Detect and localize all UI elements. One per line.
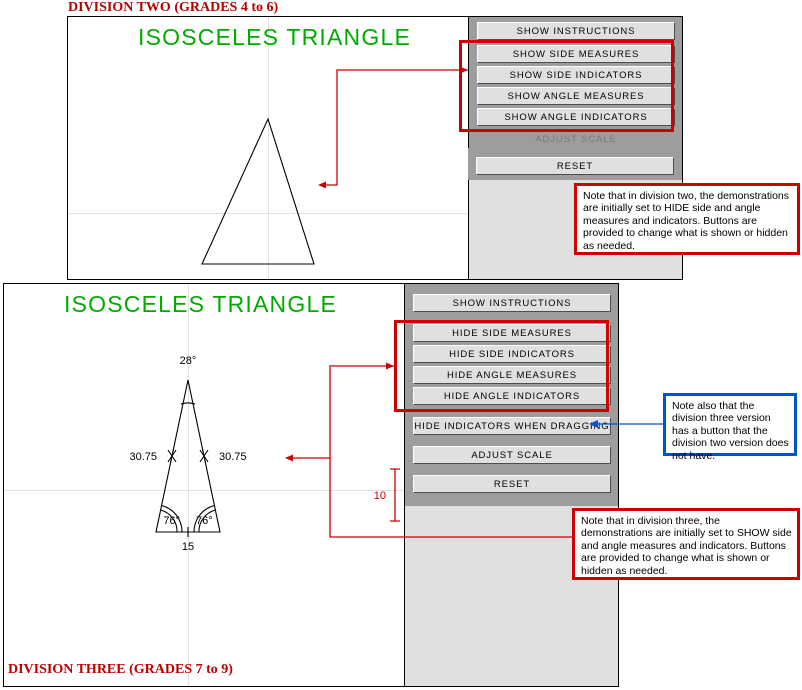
button-show-instructions[interactable]: SHOW INSTRUCTIONS bbox=[477, 22, 675, 40]
division-two-label: DIVISION TWO (GRADES 4 to 6) bbox=[68, 0, 279, 15]
triangle-right-side-label: 30.75 bbox=[219, 451, 247, 463]
division-two-canvas[interactable]: ISOSCELES TRIANGLE bbox=[68, 17, 468, 279]
button-reset-division-two-face[interactable]: RESET bbox=[476, 157, 674, 175]
division-three-window: ISOSCELES TRIANGLE 28° 30.75 30.75 76° 7… bbox=[3, 283, 619, 687]
callout-blue-note: Note also that the division three versio… bbox=[663, 393, 797, 462]
button-hide-side-measures[interactable]: HIDE SIDE MEASURES bbox=[413, 324, 611, 342]
canvas-gridline-vertical bbox=[188, 284, 189, 686]
button-show-angle-measures[interactable]: SHOW ANGLE MEASURES bbox=[477, 87, 675, 105]
callout-division-three: Note that in division three, the demonst… bbox=[572, 508, 800, 580]
button-show-instructions[interactable]: SHOW INSTRUCTIONS bbox=[413, 294, 611, 312]
button-hide-angle-measures[interactable]: HIDE ANGLE MEASURES bbox=[413, 366, 611, 384]
triangle-left-side-label: 30.75 bbox=[129, 451, 157, 463]
callout-division-two-text: Note that in division two, the demonstra… bbox=[583, 190, 790, 252]
button-show-side-indicators[interactable]: SHOW SIDE INDICATORS bbox=[477, 66, 675, 84]
canvas-gridline-horizontal bbox=[68, 213, 468, 214]
button-show-angle-indicators[interactable]: SHOW ANGLE INDICATORS bbox=[477, 108, 675, 126]
division-two-canvas-title: ISOSCELES TRIANGLE bbox=[138, 24, 411, 50]
division-three-label: DIVISION THREE (GRADES 7 to 9) bbox=[8, 662, 233, 677]
button-show-side-measures[interactable]: SHOW SIDE MEASURES bbox=[477, 45, 675, 63]
callout-division-two: Note that in division two, the demonstra… bbox=[574, 183, 800, 255]
canvas-gridline-vertical bbox=[268, 17, 269, 279]
triangle-right-base-angle-label: 76° bbox=[196, 515, 213, 527]
division-three-canvas[interactable]: ISOSCELES TRIANGLE 28° 30.75 30.75 76° 7… bbox=[4, 284, 404, 686]
button-hide-angle-indicators[interactable]: HIDE ANGLE INDICATORS bbox=[413, 387, 611, 405]
button-adjust-scale[interactable]: ADJUST SCALE bbox=[413, 446, 611, 464]
button-reset-division-three[interactable]: RESET bbox=[413, 475, 611, 493]
triangle-left-base-angle-label: 76° bbox=[163, 515, 180, 527]
division-two-button-panel: SHOW INSTRUCTIONS SHOW SIDE MEASURES SHO… bbox=[468, 17, 682, 150]
division-three-triangle-figure: 28° 30.75 30.75 76° 76° 15 bbox=[129, 355, 247, 553]
button-hide-side-indicators[interactable]: HIDE SIDE INDICATORS bbox=[413, 345, 611, 363]
button-hide-indicators-when-dragging[interactable]: HIDE INDICATORS WHEN DRAGGING bbox=[413, 417, 611, 435]
division-three-canvas-title: ISOSCELES TRIANGLE bbox=[64, 291, 337, 317]
button-adjust-scale-disabled: ADJUST SCALE bbox=[477, 131, 675, 147]
canvas-gridline-horizontal bbox=[4, 490, 404, 491]
callout-blue-note-text: Note also that the division three versio… bbox=[672, 400, 789, 462]
callout-division-three-text: Note that in division three, the demonst… bbox=[581, 515, 792, 577]
